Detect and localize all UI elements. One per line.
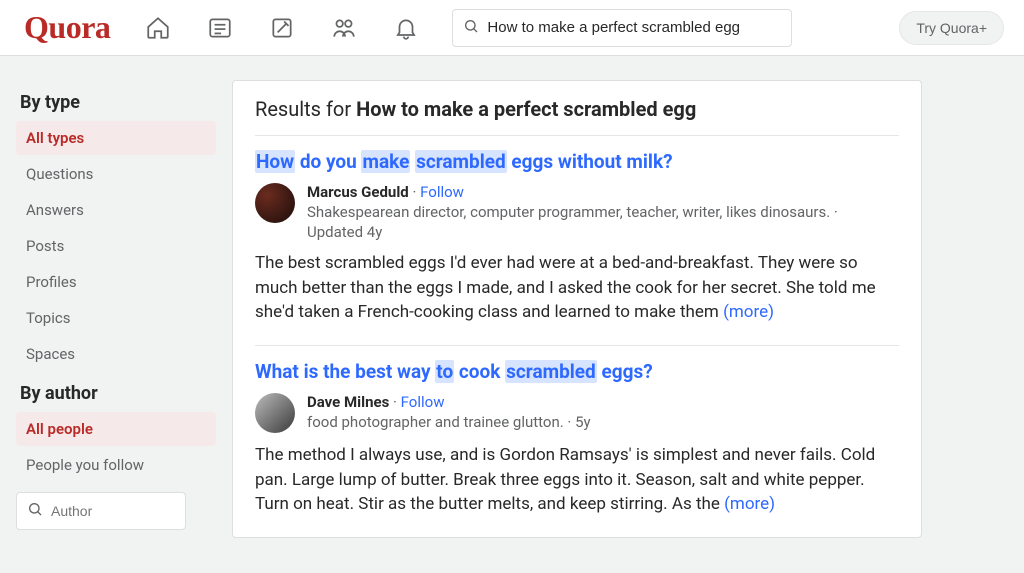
filter-answers[interactable]: Answers xyxy=(16,193,216,227)
author-row: Marcus Geduld · Follow Shakespearean dir… xyxy=(255,183,899,241)
question-link[interactable]: What is the best way to cook scrambled e… xyxy=(255,360,899,383)
avatar[interactable] xyxy=(255,183,295,223)
home-icon[interactable] xyxy=(144,14,172,42)
author-name[interactable]: Dave Milnes xyxy=(307,393,389,411)
follow-link[interactable]: Follow xyxy=(401,393,445,411)
author-updated: Updated 4y xyxy=(307,223,838,241)
author-name[interactable]: Marcus Geduld xyxy=(307,183,409,201)
search-icon xyxy=(27,501,43,521)
author-bio: food photographer and trainee glutton. ·… xyxy=(307,413,591,431)
answer-snippet: The method I always use, and is Gordon R… xyxy=(255,443,899,517)
search-icon xyxy=(463,18,479,38)
result-card: What is the best way to cook scrambled e… xyxy=(255,345,899,537)
filter-all-types[interactable]: All types xyxy=(16,121,216,155)
answer-icon[interactable] xyxy=(268,14,296,42)
filter-topics[interactable]: Topics xyxy=(16,301,216,335)
filter-profiles[interactable]: Profiles xyxy=(16,265,216,299)
search-input[interactable] xyxy=(487,19,781,36)
filter-spaces[interactable]: Spaces xyxy=(16,337,216,371)
results-query: How to make a perfect scrambled egg xyxy=(356,97,696,121)
search-box[interactable] xyxy=(452,9,792,47)
result-card: How do you make scrambled eggs without m… xyxy=(255,135,899,345)
notifications-icon[interactable] xyxy=(392,14,420,42)
quora-logo[interactable]: Quora xyxy=(24,9,110,46)
follow-link[interactable]: Follow xyxy=(420,183,464,201)
more-link[interactable]: (more) xyxy=(723,302,774,322)
filter-questions[interactable]: Questions xyxy=(16,157,216,191)
topbar: Quora Try Quora+ xyxy=(0,0,1024,56)
separator-dot: · xyxy=(393,393,401,411)
filter-posts[interactable]: Posts xyxy=(16,229,216,263)
snippet-text: The method I always use, and is Gordon R… xyxy=(255,445,875,514)
results-panel: Results for How to make a perfect scramb… xyxy=(232,80,922,538)
by-author-title: By author xyxy=(20,383,216,404)
following-icon[interactable] xyxy=(206,14,234,42)
more-link[interactable]: (more) xyxy=(724,494,775,514)
try-quora-plus-button[interactable]: Try Quora+ xyxy=(899,11,1004,45)
question-link[interactable]: How do you make scrambled eggs without m… xyxy=(255,150,899,173)
sidebar: By type All types Questions Answers Post… xyxy=(16,80,216,530)
results-header: Results for How to make a perfect scramb… xyxy=(255,97,899,121)
avatar[interactable] xyxy=(255,393,295,433)
results-prefix: Results for xyxy=(255,97,356,121)
by-type-title: By type xyxy=(20,92,216,113)
filter-people-you-follow[interactable]: People you follow xyxy=(16,448,216,482)
snippet-text: The best scrambled eggs I'd ever had wer… xyxy=(255,253,876,322)
separator-dot: · xyxy=(412,183,420,201)
nav-icons xyxy=(144,14,420,42)
filter-all-people[interactable]: All people xyxy=(16,412,216,446)
author-search-box[interactable] xyxy=(16,492,186,530)
page: By type All types Questions Answers Post… xyxy=(0,56,1024,538)
author-search-input[interactable] xyxy=(51,503,175,519)
spaces-icon[interactable] xyxy=(330,14,358,42)
answer-snippet: The best scrambled eggs I'd ever had wer… xyxy=(255,251,899,325)
author-bio: Shakespearean director, computer program… xyxy=(307,203,838,221)
author-row: Dave Milnes · Follow food photographer a… xyxy=(255,393,899,433)
